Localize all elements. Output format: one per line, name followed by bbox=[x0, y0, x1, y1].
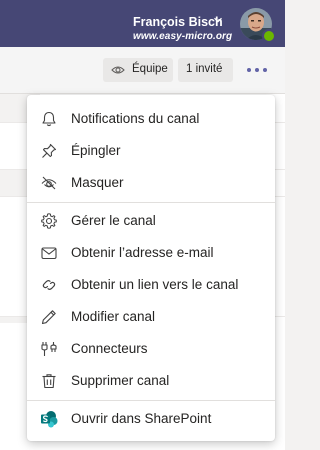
more-options-button[interactable] bbox=[245, 60, 269, 80]
guest-button-label: 1 invité bbox=[186, 63, 223, 75]
mail-icon bbox=[41, 247, 57, 260]
menu-item-delete-channel[interactable]: Supprimer canal bbox=[27, 365, 275, 397]
presence-available-icon bbox=[262, 29, 276, 43]
menu-separator bbox=[27, 400, 275, 401]
connectors-icon bbox=[41, 342, 57, 356]
menu-item-pin[interactable]: Épingler bbox=[27, 135, 275, 167]
eye-icon bbox=[111, 66, 125, 74]
menu-item-label: Gérer le canal bbox=[71, 213, 156, 228]
menu-item-label: Modifier canal bbox=[71, 309, 156, 324]
dot bbox=[263, 68, 267, 72]
link-icon bbox=[42, 280, 56, 290]
menu-item-connectors[interactable]: Connecteurs bbox=[27, 333, 275, 365]
pin-icon bbox=[42, 143, 57, 158]
user-name[interactable]: François Bisch bbox=[133, 15, 223, 29]
menu-separator bbox=[27, 202, 275, 203]
menu-item-hide[interactable]: Masquer bbox=[27, 167, 275, 199]
menu-item-open-sharepoint[interactable]: Ouvrir dans SharePoint bbox=[27, 403, 275, 435]
gear-icon bbox=[41, 213, 57, 229]
eye-off-icon bbox=[41, 176, 57, 190]
menu-item-label: Épingler bbox=[71, 143, 121, 158]
menu-item-label: Supprimer canal bbox=[71, 373, 170, 388]
menu-item-edit-channel[interactable]: Modifier canal bbox=[27, 301, 275, 333]
sharepoint-icon bbox=[41, 411, 58, 428]
menu-item-label: Obtenir un lien vers le canal bbox=[71, 277, 239, 292]
menu-item-manage-channel[interactable]: Gérer le canal bbox=[27, 205, 275, 237]
menu-item-label: Connecteurs bbox=[71, 341, 148, 356]
menu-item-notifications[interactable]: Notifications du canal bbox=[27, 103, 275, 135]
pencil-icon bbox=[41, 310, 56, 325]
menu-item-get-email[interactable]: Obtenir l’adresse e-mail bbox=[27, 237, 275, 269]
menu-item-label: Masquer bbox=[71, 175, 124, 190]
menu-item-label: Obtenir l’adresse e-mail bbox=[71, 245, 214, 260]
channel-context-menu: Notifications du canal Épingler Masquer … bbox=[27, 95, 275, 441]
chevron-down-icon[interactable] bbox=[213, 15, 223, 25]
menu-item-label: Ouvrir dans SharePoint bbox=[71, 411, 212, 426]
menu-item-get-link[interactable]: Obtenir un lien vers le canal bbox=[27, 269, 275, 301]
team-button-label: Équipe bbox=[132, 63, 168, 75]
menu-item-label: Notifications du canal bbox=[71, 111, 200, 126]
dot bbox=[247, 68, 251, 72]
bell-icon bbox=[42, 111, 56, 127]
dot bbox=[255, 68, 259, 72]
watermark-text: www.easy-micro.org bbox=[133, 31, 233, 42]
trash-icon bbox=[42, 374, 56, 389]
team-button[interactable]: Équipe bbox=[103, 58, 173, 82]
guest-button[interactable]: 1 invité bbox=[178, 58, 233, 82]
